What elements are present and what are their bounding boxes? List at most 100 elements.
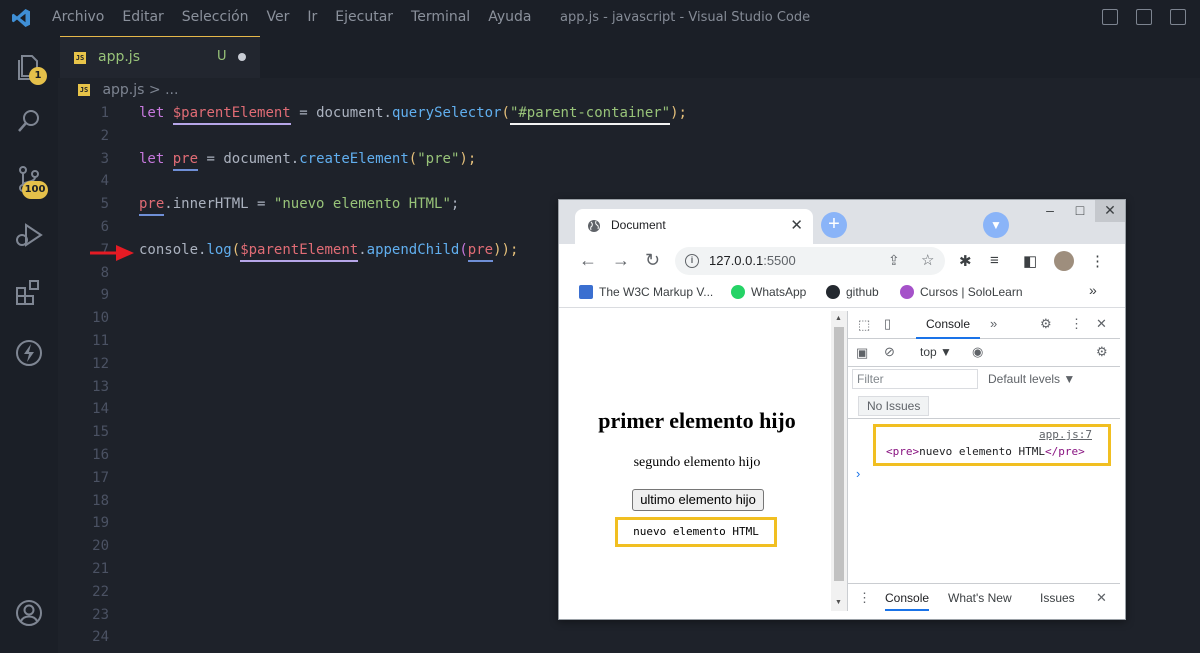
close-devtools-icon[interactable]: ✕: [1096, 316, 1107, 332]
drawer-tab-console[interactable]: Console: [885, 591, 930, 611]
kebab-menu-icon[interactable]: ⋮: [1090, 252, 1105, 270]
close-drawer-icon[interactable]: ✕: [1096, 590, 1107, 606]
scroll-thumb[interactable]: [834, 327, 844, 581]
toggle-secondary-sidebar-icon[interactable]: [1170, 9, 1186, 25]
property: .innerHTML: [164, 196, 249, 213]
page-button[interactable]: ultimo elemento hijo: [632, 489, 764, 511]
info-icon[interactable]: i: [685, 254, 699, 268]
bookmark-sololearn[interactable]: Cursos | SoloLearn: [900, 285, 1023, 299]
bolt-icon[interactable]: [14, 338, 44, 368]
live-expression-eye-icon[interactable]: ◉: [972, 344, 983, 360]
argument: pre: [467, 241, 494, 262]
scroll-down-icon[interactable]: ▼: [835, 599, 842, 606]
tab-label: app.js: [98, 49, 140, 65]
drawer-tab-whats-new[interactable]: What's New: [948, 591, 1012, 605]
context-selector[interactable]: top ▼: [920, 345, 952, 359]
log-message[interactable]: <pre>nuevo elemento HTML</pre>: [886, 445, 1085, 458]
tab-search-chevron-icon[interactable]: ▼: [983, 212, 1009, 238]
menu-terminal[interactable]: Terminal: [411, 9, 470, 25]
close-window-icon[interactable]: ✕: [1095, 200, 1125, 222]
github-icon: [826, 285, 840, 299]
string: "#parent-container": [509, 105, 671, 125]
bookmark-whatsapp[interactable]: WhatsApp: [731, 285, 806, 299]
devtools-menu-icon[interactable]: ⋮: [1070, 316, 1083, 332]
menu-ejecutar[interactable]: Ejecutar: [335, 9, 393, 25]
extensions-icon[interactable]: [14, 278, 44, 308]
account-icon[interactable]: [14, 598, 44, 628]
breadcrumb-more[interactable]: ...: [165, 82, 178, 98]
search-icon[interactable]: [14, 106, 44, 136]
close-tab-icon[interactable]: ✕: [790, 216, 803, 234]
bookmark-star-icon[interactable]: ☆: [921, 251, 934, 269]
operator: =: [206, 150, 215, 167]
operator: =: [257, 196, 266, 213]
line-number: 22: [92, 583, 109, 600]
line-number: 2: [100, 127, 109, 144]
sidebar-toggle-icon[interactable]: ▣: [856, 345, 868, 361]
url-port: :5500: [763, 253, 796, 268]
media-queue-icon[interactable]: ≡: [990, 252, 999, 269]
w3c-icon: [579, 285, 593, 299]
log-source-link[interactable]: app.js:7: [1039, 428, 1092, 441]
extensions-puzzle-icon[interactable]: ✱: [959, 252, 972, 270]
bookmark-github[interactable]: github: [826, 285, 879, 299]
back-arrow-icon[interactable]: ←: [579, 250, 597, 271]
function: createElement: [299, 150, 409, 167]
menu-ir[interactable]: Ir: [307, 9, 317, 25]
line-number: 14: [92, 401, 109, 418]
no-issues-button[interactable]: No Issues: [858, 396, 930, 416]
toggle-sidebar-icon[interactable]: [1102, 9, 1118, 25]
tab-app-js[interactable]: JS app.js U: [60, 36, 260, 78]
toggle-panel-icon[interactable]: [1136, 9, 1152, 25]
breadcrumb-file[interactable]: app.js: [102, 82, 144, 98]
line-number: 3: [100, 150, 109, 167]
console-prompt[interactable]: ›: [856, 466, 860, 481]
function: querySelector: [391, 105, 502, 121]
device-toolbar-icon[interactable]: ▯: [884, 316, 891, 332]
scroll-up-icon[interactable]: ▲: [835, 315, 842, 322]
reload-icon[interactable]: ↻: [645, 250, 660, 271]
side-panel-icon[interactable]: ◧: [1023, 252, 1037, 270]
drawer-menu-icon[interactable]: ⋮: [858, 590, 871, 606]
clear-console-icon[interactable]: ⊘: [884, 344, 895, 360]
inspect-element-icon[interactable]: ⬚: [858, 317, 870, 333]
bookmark-label: github: [846, 285, 879, 299]
devtools-tabs: ⬚ ▯ Console » ⚙ ⋮ ✕: [848, 311, 1120, 339]
more-tabs-icon[interactable]: »: [990, 316, 997, 331]
maximize-icon[interactable]: □: [1065, 200, 1095, 222]
log-levels-dropdown[interactable]: Default levels ▼: [988, 372, 1075, 386]
menu-ayuda[interactable]: Ayuda: [488, 9, 531, 25]
line-number: 19: [92, 515, 109, 532]
share-icon[interactable]: ⇪: [888, 252, 900, 269]
line-number: 15: [92, 424, 109, 441]
bookmark-w3c[interactable]: The W3C Markup V...: [579, 285, 713, 299]
settings-gear-icon[interactable]: ⚙: [1040, 316, 1052, 332]
drawer-tab-issues[interactable]: Issues: [1040, 591, 1075, 605]
line-number: 5: [100, 196, 109, 213]
menu-ver[interactable]: Ver: [267, 9, 290, 25]
minimize-icon[interactable]: ‒: [1035, 200, 1065, 222]
filter-input[interactable]: Filter: [852, 369, 978, 389]
unsaved-dot-icon[interactable]: [238, 53, 246, 61]
variable: $parentElement: [240, 241, 359, 262]
forward-arrow-icon[interactable]: →: [612, 250, 630, 271]
profile-avatar[interactable]: [1054, 251, 1074, 271]
paren: (: [501, 105, 510, 121]
new-tab-button[interactable]: +: [821, 212, 847, 238]
paren: ));: [493, 241, 519, 258]
line-number: 13: [92, 378, 109, 395]
menu-archivo[interactable]: Archivo: [52, 9, 104, 25]
browser-tab-document[interactable]: Document ✕: [575, 209, 813, 244]
menu-seleccion[interactable]: Selección: [182, 9, 249, 25]
console-settings-gear-icon[interactable]: ⚙: [1096, 344, 1108, 360]
dot: .: [358, 241, 367, 258]
bookmarks-overflow-icon[interactable]: »: [1089, 282, 1097, 298]
page-scrollbar[interactable]: ▲ ▼: [831, 311, 847, 611]
object: document: [223, 150, 291, 167]
run-debug-icon[interactable]: [14, 220, 44, 250]
semicolon: ;: [450, 196, 460, 213]
address-bar[interactable]: i 127.0.0.1:5500 ⇪ ☆: [675, 247, 945, 275]
line-number: 10: [92, 310, 109, 327]
menu-editar[interactable]: Editar: [122, 9, 163, 25]
tab-console[interactable]: Console: [916, 311, 980, 339]
